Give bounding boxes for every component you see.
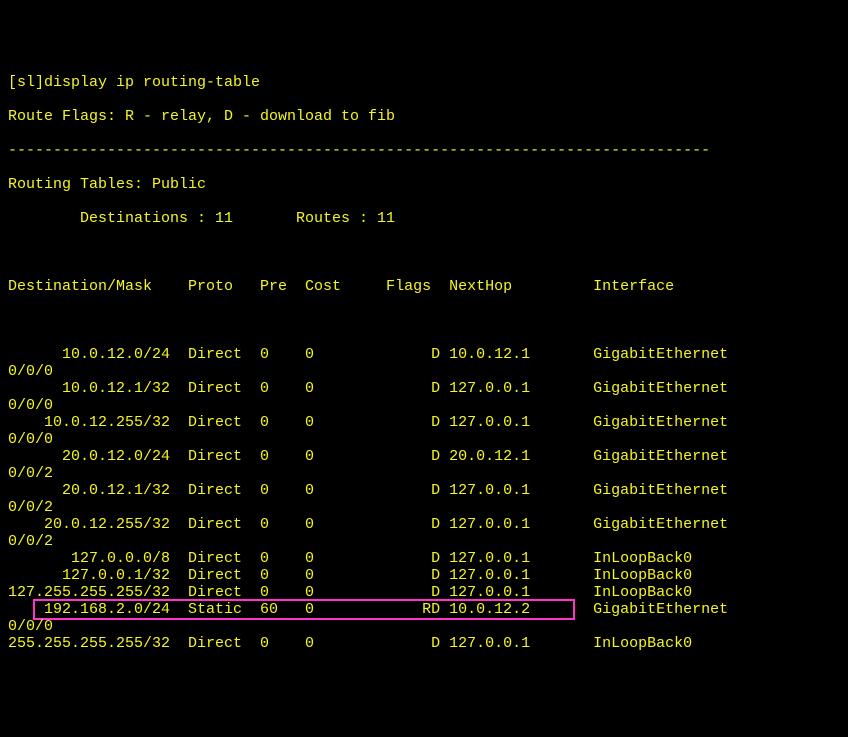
table-row: 255.255.255.255/32 Direct 0 0 D 127.0.0.…	[8, 635, 840, 652]
interface-continuation: 0/0/2	[8, 533, 840, 550]
table-row: 20.0.12.1/32 Direct 0 0 D 127.0.0.1 Giga…	[8, 482, 840, 499]
table-row: 20.0.12.0/24 Direct 0 0 D 20.0.12.1 Giga…	[8, 448, 840, 465]
table-row: 20.0.12.255/32 Direct 0 0 D 127.0.0.1 Gi…	[8, 516, 840, 533]
blank-line	[8, 312, 840, 329]
blank-line	[8, 244, 840, 261]
table-cell-interface: GigabitEthernet	[575, 601, 728, 618]
flags-legend: Route Flags: R - relay, D - download to …	[8, 108, 840, 125]
table-row: 10.0.12.0/24 Direct 0 0 D 10.0.12.1 Giga…	[8, 346, 840, 363]
highlight-span: 192.168.2.0/24 Static 60 0 RD 10.0.12.2	[8, 601, 575, 618]
interface-continuation: 0/0/0	[8, 363, 840, 380]
table-row-highlighted: 192.168.2.0/24 Static 60 0 RD 10.0.12.2 …	[8, 601, 840, 618]
table-row: 10.0.12.1/32 Direct 0 0 D 127.0.0.1 Giga…	[8, 380, 840, 397]
divider: ----------------------------------------…	[8, 142, 840, 159]
table-row: 10.0.12.255/32 Direct 0 0 D 127.0.0.1 Gi…	[8, 414, 840, 431]
interface-continuation: 0/0/0	[8, 397, 840, 414]
table-header: Destination/Mask Proto Pre Cost Flags Ne…	[8, 278, 840, 295]
command-line: [sl]display ip routing-table	[8, 74, 840, 91]
table-row: 127.0.0.1/32 Direct 0 0 D 127.0.0.1 InLo…	[8, 567, 840, 584]
interface-continuation: 0/0/0	[8, 618, 840, 635]
table-row: 127.255.255.255/32 Direct 0 0 D 127.0.0.…	[8, 584, 840, 601]
section-title: Routing Tables: Public	[8, 176, 840, 193]
counts-line: Destinations : 11 Routes : 11	[8, 210, 840, 227]
routes-table: 10.0.12.0/24 Direct 0 0 D 10.0.12.1 Giga…	[8, 346, 840, 652]
table-row: 127.0.0.0/8 Direct 0 0 D 127.0.0.1 InLoo…	[8, 550, 840, 567]
interface-continuation: 0/0/2	[8, 499, 840, 516]
interface-continuation: 0/0/2	[8, 465, 840, 482]
highlight-box	[33, 599, 575, 620]
interface-continuation: 0/0/0	[8, 431, 840, 448]
